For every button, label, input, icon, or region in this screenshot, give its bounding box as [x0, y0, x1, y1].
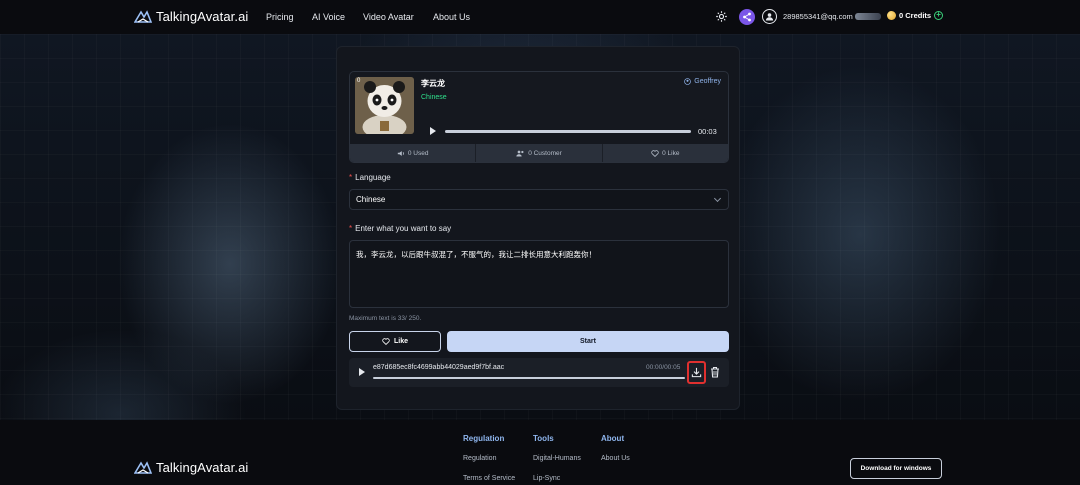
logo-icon — [134, 460, 152, 474]
language-label: * Language — [349, 173, 391, 182]
sample-progress-bar[interactable] — [445, 130, 691, 133]
result-progress-bar[interactable] — [373, 377, 685, 379]
logo-icon — [134, 9, 152, 23]
heart-icon — [382, 338, 390, 345]
nav-pricing[interactable]: Pricing — [266, 12, 294, 22]
footer-link-lip-sync[interactable]: Lip-Sync — [533, 475, 560, 482]
stat-used: 0 Used — [350, 144, 477, 162]
nav-about-us[interactable]: About Us — [433, 12, 470, 22]
voice-name: 李云龙 — [421, 79, 445, 88]
user-email[interactable]: 289855341@qq.com — [783, 12, 853, 21]
like-button-label: Like — [393, 338, 408, 345]
logo-text: TalkingAvatar.ai — [156, 9, 249, 24]
stat-used-text: 0 Used — [407, 149, 429, 157]
credits-indicator[interactable]: 0 Credits + — [887, 11, 944, 20]
stat-like[interactable]: 0 Like — [603, 144, 728, 162]
stat-customer: 0 Customer — [476, 144, 603, 162]
download-icon — [691, 367, 702, 378]
footer-col-regulation-title: Regulation — [463, 434, 505, 443]
start-button[interactable]: Start — [447, 331, 729, 352]
footer-link-regulation[interactable]: Regulation — [463, 455, 496, 462]
site-footer: TalkingAvatar.ai Regulation Regulation T… — [0, 420, 1080, 485]
voice-stats-row: 0 Used 0 Customer 0 Like — [350, 144, 728, 162]
author-user-icon — [684, 78, 692, 85]
result-filename: e87d685ec8fc4699abb44029aed9f7bf.aac — [373, 364, 505, 371]
play-count-badge: 0 — [357, 78, 361, 84]
footer-link-about-us[interactable]: About Us — [601, 455, 630, 462]
tts-panel: 0 李云龙 Chinese Geoffrey 00:03 0 Used 0 Cu… — [336, 46, 740, 410]
share-icon[interactable] — [739, 9, 755, 25]
chevron-down-icon — [713, 194, 722, 203]
footer-logo[interactable]: TalkingAvatar.ai — [134, 460, 248, 475]
footer-logo-text: TalkingAvatar.ai — [156, 460, 249, 475]
speaker-icon — [397, 150, 404, 156]
footer-col-about-title: About — [601, 434, 625, 443]
generated-audio-player: e87d685ec8fc4699abb44029aed9f7bf.aac 00:… — [349, 358, 729, 387]
text-input-label: * Enter what you want to say — [349, 224, 452, 233]
language-select-value: Chinese — [356, 195, 386, 204]
credits-text: 0 Credits — [899, 11, 932, 20]
result-time: 00:00/00:05 — [646, 364, 681, 371]
user-avatar-icon[interactable] — [762, 9, 777, 24]
nav-video-avatar[interactable]: Video Avatar — [363, 12, 414, 22]
users-icon — [516, 150, 524, 156]
voice-card: 0 李云龙 Chinese Geoffrey 00:03 0 Used 0 Cu… — [349, 71, 729, 163]
character-count-hint: Maximum text is 33/ 250. — [349, 315, 422, 322]
stat-like-text: 0 Like — [662, 149, 680, 157]
result-play-icon[interactable] — [359, 368, 365, 376]
footer-link-digital-humans[interactable]: Digital-Humans — [533, 455, 581, 462]
footer-col-tools-title: Tools — [533, 434, 554, 443]
vip-badge-icon — [855, 13, 881, 20]
settings-gear-icon[interactable] — [715, 10, 728, 23]
stat-customer-text: 0 Customer — [528, 149, 562, 157]
author-name: Geoffrey — [694, 78, 721, 85]
voice-language: Chinese — [421, 94, 447, 101]
panda-avatar-thumbnail: 0 — [355, 77, 414, 134]
download-button[interactable] — [687, 361, 706, 384]
footer-link-terms[interactable]: Terms of Service — [463, 475, 515, 482]
add-credits-plus-icon[interactable]: + — [934, 11, 944, 20]
top-header: TalkingAvatar.ai Pricing AI Voice Video … — [0, 0, 1080, 34]
delete-trash-icon[interactable] — [710, 365, 720, 383]
nav-ai-voice[interactable]: AI Voice — [312, 12, 345, 22]
sample-duration: 00:03 — [698, 127, 717, 136]
download-windows-button[interactable]: Download for windows — [850, 458, 942, 479]
language-select[interactable]: Chinese — [349, 189, 729, 210]
coin-icon — [887, 11, 896, 20]
sample-play-icon[interactable] — [430, 127, 436, 135]
speech-text-area[interactable]: 我，李云龙，以后跟牛叔混了，不服气的，我让二排长用意大利跑轰你！ — [349, 240, 729, 308]
voice-author[interactable]: Geoffrey — [684, 78, 721, 85]
heart-icon — [651, 149, 659, 157]
like-button[interactable]: Like — [349, 331, 441, 352]
site-logo[interactable]: TalkingAvatar.ai — [134, 9, 248, 24]
